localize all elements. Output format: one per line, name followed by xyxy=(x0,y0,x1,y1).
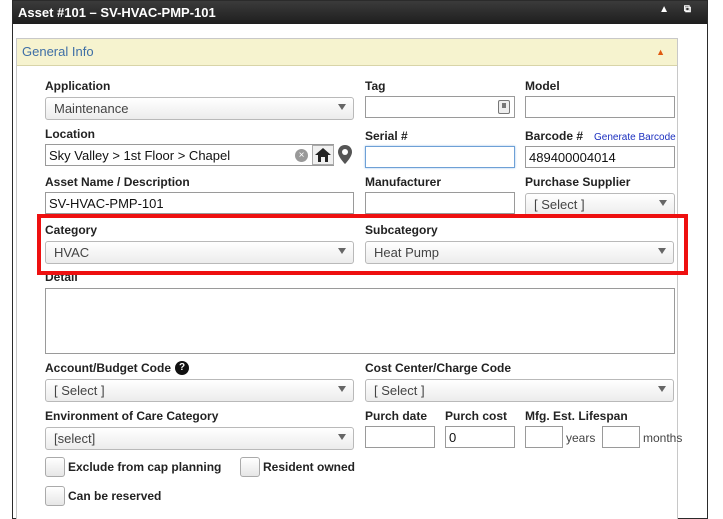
can-reserve-checkbox[interactable] xyxy=(45,486,65,506)
collapse-icon[interactable]: ▲ xyxy=(656,47,665,57)
chevron-down-icon xyxy=(338,434,346,440)
location-input[interactable] xyxy=(45,144,334,166)
serial-label: Serial # xyxy=(365,129,408,143)
chevron-down-icon xyxy=(659,200,667,206)
barcode-input[interactable] xyxy=(525,146,675,168)
account-code-value: [ Select ] xyxy=(54,383,105,398)
asset-name-input[interactable] xyxy=(45,192,354,214)
resident-owned-label: Resident owned xyxy=(263,460,356,474)
generate-barcode-link[interactable]: Generate Barcode xyxy=(594,132,676,143)
serial-input[interactable] xyxy=(365,146,515,168)
cost-center-label: Cost Center/Charge Code xyxy=(365,361,512,375)
cost-center-value: [ Select ] xyxy=(374,383,425,398)
highlight-box xyxy=(37,214,688,275)
purch-date-label: Purch date xyxy=(365,409,428,423)
exclude-cap-checkbox[interactable] xyxy=(45,457,65,477)
window-titlebar: Asset #101 – SV-HVAC-PMP-101 ▲ ⧉ xyxy=(13,1,707,24)
manufacturer-label: Manufacturer xyxy=(365,175,442,189)
purchase-supplier-value: [ Select ] xyxy=(534,197,585,212)
purch-date-input[interactable] xyxy=(365,426,435,448)
tag-picker-icon[interactable] xyxy=(498,100,510,114)
window-title: Asset #101 – SV-HVAC-PMP-101 xyxy=(18,5,216,20)
purch-cost-label: Purch cost xyxy=(445,409,508,423)
resident-owned-checkbox[interactable] xyxy=(240,457,260,477)
tag-input[interactable] xyxy=(365,96,515,118)
manufacturer-input[interactable] xyxy=(365,192,515,214)
panel-header[interactable]: General Info ▲ xyxy=(17,39,677,66)
env-care-select[interactable]: [select] xyxy=(45,427,354,450)
application-value: Maintenance xyxy=(54,101,129,116)
purchase-supplier-label: Purchase Supplier xyxy=(525,175,631,189)
months-unit: months xyxy=(643,431,683,445)
model-label: Model xyxy=(525,79,560,93)
detail-textarea[interactable] xyxy=(45,288,675,354)
map-pin-icon[interactable] xyxy=(338,145,352,167)
home-icon[interactable] xyxy=(312,145,334,165)
env-care-label: Environment of Care Category xyxy=(45,409,219,423)
cost-center-select[interactable]: [ Select ] xyxy=(365,379,674,402)
clear-icon[interactable]: × xyxy=(295,149,308,162)
purch-cost-input[interactable] xyxy=(445,426,515,448)
account-code-select[interactable]: [ Select ] xyxy=(45,379,354,402)
chevron-down-icon xyxy=(338,386,346,392)
window-controls-icon[interactable]: ▲ ⧉ xyxy=(659,4,697,15)
panel-title: General Info xyxy=(22,44,94,59)
account-code-label: Account/Budget Code xyxy=(45,361,171,375)
years-unit: years xyxy=(566,431,596,445)
env-care-value: [select] xyxy=(54,431,96,446)
can-reserve-label: Can be reserved xyxy=(68,489,162,503)
exclude-cap-label: Exclude from cap planning xyxy=(68,460,222,474)
application-label: Application xyxy=(45,79,111,93)
chevron-down-icon xyxy=(338,104,346,110)
asset-name-label: Asset Name / Description xyxy=(45,175,190,189)
lifespan-months-input[interactable] xyxy=(602,426,640,448)
model-input[interactable] xyxy=(525,96,675,118)
help-icon[interactable]: ? xyxy=(175,361,189,375)
barcode-label: Barcode # xyxy=(525,129,584,143)
lifespan-label: Mfg. Est. Lifespan xyxy=(525,409,628,423)
lifespan-years-input[interactable] xyxy=(525,426,563,448)
location-label: Location xyxy=(45,127,95,141)
purchase-supplier-select[interactable]: [ Select ] xyxy=(525,193,675,216)
tag-label: Tag xyxy=(365,79,386,93)
chevron-down-icon xyxy=(658,386,666,392)
application-select[interactable]: Maintenance xyxy=(45,97,354,120)
